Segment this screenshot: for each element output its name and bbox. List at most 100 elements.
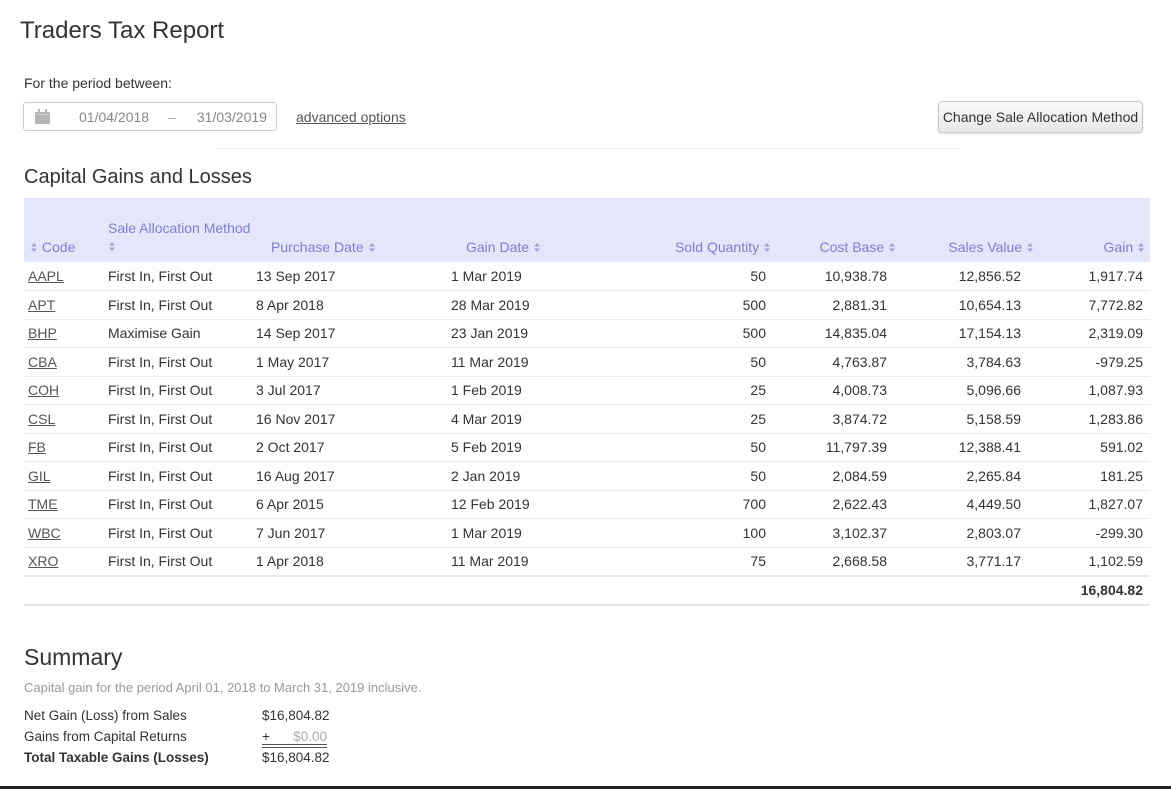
sale-allocation-method: Maximise Gain xyxy=(108,325,201,342)
cost-base: 2,668.58 xyxy=(832,553,888,569)
gain-date: 1 Mar 2019 xyxy=(451,524,522,541)
sale-allocation-method: First In, First Out xyxy=(108,439,213,456)
stock-code-link-cell: TME xyxy=(24,490,108,519)
column-header-method[interactable]: Sale Allocation Method xyxy=(108,198,256,262)
stock-code-link[interactable]: BHP xyxy=(28,325,57,341)
cost-base-cell: 2,084.59 xyxy=(771,461,896,491)
sort-updown-icon[interactable] xyxy=(533,240,541,252)
table-row: APT First In, First Out 8 Apr 2018 28 Mar 2… xyxy=(24,290,1150,320)
cost-base-cell: 10,938.78 xyxy=(771,262,896,291)
gain-date-cell: 11 Mar 2019 xyxy=(451,547,621,576)
gain-value: 181.25 xyxy=(1100,467,1143,484)
start-date-input[interactable]: 01/04/2018 xyxy=(79,109,149,125)
purchase-date-cell: 13 Sep 2017 xyxy=(256,262,451,291)
gain-value: 1,827.07 xyxy=(1088,496,1144,513)
purchase-date: 14 Sep 2017 xyxy=(256,325,336,342)
sales-value-cell: 4,449.50 xyxy=(896,490,1034,519)
sales-value-cell: 3,771.17 xyxy=(896,547,1034,576)
purchase-date-cell: 6 Apr 2015 xyxy=(256,490,451,519)
sort-updown-icon[interactable] xyxy=(108,238,116,251)
purchase-date-cell: 8 Apr 2018 xyxy=(256,290,451,320)
column-header-sales-value[interactable]: Sales Value xyxy=(896,198,1034,262)
stock-code-link[interactable]: APT xyxy=(28,297,55,313)
sales-value: 5,158.59 xyxy=(966,410,1022,427)
cost-base-cell: 2,668.58 xyxy=(771,547,896,576)
gain-value-cell: 1,827.07 xyxy=(1034,490,1150,519)
gain-date: 1 Mar 2019 xyxy=(451,268,522,284)
column-header-sold-quantity[interactable]: Sold Quantity xyxy=(621,198,771,262)
gain-value-cell: 181.25 xyxy=(1034,461,1150,491)
stock-code-link[interactable]: TME xyxy=(28,496,58,512)
gain-value: 2,319.09 xyxy=(1088,325,1144,342)
sale-allocation-method-cell: First In, First Out xyxy=(108,347,256,377)
table-row: CSL First In, First Out 16 Nov 2017 4 Mar 2… xyxy=(24,404,1150,434)
purchase-date: 7 Jun 2017 xyxy=(256,524,326,541)
sold-quantity: 50 xyxy=(750,467,766,484)
column-header-code[interactable]: Code xyxy=(24,198,108,262)
table-row: AAPL First In, First Out 13 Sep 2017 1 Mar … xyxy=(24,262,1150,291)
stock-code-link[interactable]: GIL xyxy=(28,468,51,484)
stock-code-link[interactable]: XRO xyxy=(28,553,58,569)
sale-allocation-method: First In, First Out xyxy=(108,553,213,569)
cost-base: 4,008.73 xyxy=(832,382,888,399)
summary-title: Summary xyxy=(24,644,123,670)
column-header-purchase-date[interactable]: Purchase Date xyxy=(256,198,451,262)
sold-quantity-cell: 75 xyxy=(621,547,771,576)
column-header-gain-date[interactable]: Gain Date xyxy=(451,198,621,262)
calendar-icon[interactable] xyxy=(35,109,50,124)
column-label: Sale Allocation Method xyxy=(108,220,251,236)
sales-value: 2,265.84 xyxy=(966,467,1022,484)
sold-quantity: 500 xyxy=(742,296,766,313)
stock-code-link-cell: CBA xyxy=(24,347,108,377)
sales-value: 5,096.66 xyxy=(966,382,1022,399)
gain-date: 11 Mar 2019 xyxy=(451,553,529,569)
advanced-options-link[interactable]: advanced options xyxy=(296,109,406,125)
stock-code-link-cell: AAPL xyxy=(24,262,108,291)
change-sale-allocation-method-button[interactable]: Change Sale Allocation Method xyxy=(938,101,1143,133)
divider xyxy=(215,148,960,149)
sort-updown-icon[interactable] xyxy=(1026,240,1034,252)
stock-code-link[interactable]: CBA xyxy=(28,354,57,370)
stock-code-link[interactable]: WBC xyxy=(28,525,61,541)
date-range-picker[interactable]: 01/04/2018 – 31/03/2019 xyxy=(23,102,277,131)
end-date-input[interactable]: 31/03/2019 xyxy=(197,109,267,125)
stock-code-link[interactable]: COH xyxy=(28,382,59,398)
table-row: XRO First In, First Out 1 Apr 2018 11 Mar 2… xyxy=(24,547,1150,576)
purchase-date: 1 May 2017 xyxy=(256,353,330,370)
sort-updown-icon[interactable] xyxy=(763,240,771,252)
gain-date-cell: 5 Feb 2019 xyxy=(451,433,621,462)
stock-code-link-cell: WBC xyxy=(24,518,108,548)
gain-value-cell: -299.30 xyxy=(1034,518,1150,548)
table-row: WBC First In, First Out 7 Jun 2017 1 Mar 20… xyxy=(24,518,1150,548)
table-row: CBA First In, First Out 1 May 2017 11 Mar 2… xyxy=(24,347,1150,377)
table-total-row: 16,804.82 xyxy=(24,574,1150,606)
sold-quantity-cell: 25 xyxy=(621,404,771,434)
purchase-date-cell: 7 Jun 2017 xyxy=(256,518,451,548)
sale-allocation-method: First In, First Out xyxy=(108,467,213,484)
sale-allocation-method-cell: First In, First Out xyxy=(108,404,256,434)
stock-code-link[interactable]: FB xyxy=(28,439,46,455)
sold-quantity: 50 xyxy=(750,268,766,284)
sold-quantity: 700 xyxy=(742,496,766,513)
sort-updown-icon[interactable] xyxy=(1137,240,1145,252)
stock-code-link[interactable]: CSL xyxy=(28,411,55,427)
sort-updown-icon[interactable] xyxy=(888,240,896,252)
gain-date-cell: 1 Mar 2019 xyxy=(451,262,621,291)
sort-updown-icon[interactable] xyxy=(30,240,38,252)
sort-updown-icon[interactable] xyxy=(368,240,376,252)
column-header-cost-base[interactable]: Cost Base xyxy=(771,198,896,262)
column-header-gain[interactable]: Gain xyxy=(1034,198,1150,262)
sold-quantity: 25 xyxy=(750,410,766,427)
sold-quantity-cell: 50 xyxy=(621,347,771,377)
gain-value: 1,087.93 xyxy=(1088,382,1144,399)
gain-date: 11 Mar 2019 xyxy=(451,353,529,370)
stock-code-link[interactable]: AAPL xyxy=(28,268,64,284)
sales-value: 2,803.07 xyxy=(966,524,1022,541)
sold-quantity-cell: 700 xyxy=(621,490,771,519)
gain-value-cell: 1,917.74 xyxy=(1034,262,1150,291)
sale-allocation-method-cell: First In, First Out xyxy=(108,376,256,405)
gain-value-cell: 1,087.93 xyxy=(1034,376,1150,405)
column-label: Sold Quantity xyxy=(675,239,760,255)
gain-value: -979.25 xyxy=(1095,353,1143,370)
purchase-date: 3 Jul 2017 xyxy=(256,382,321,399)
